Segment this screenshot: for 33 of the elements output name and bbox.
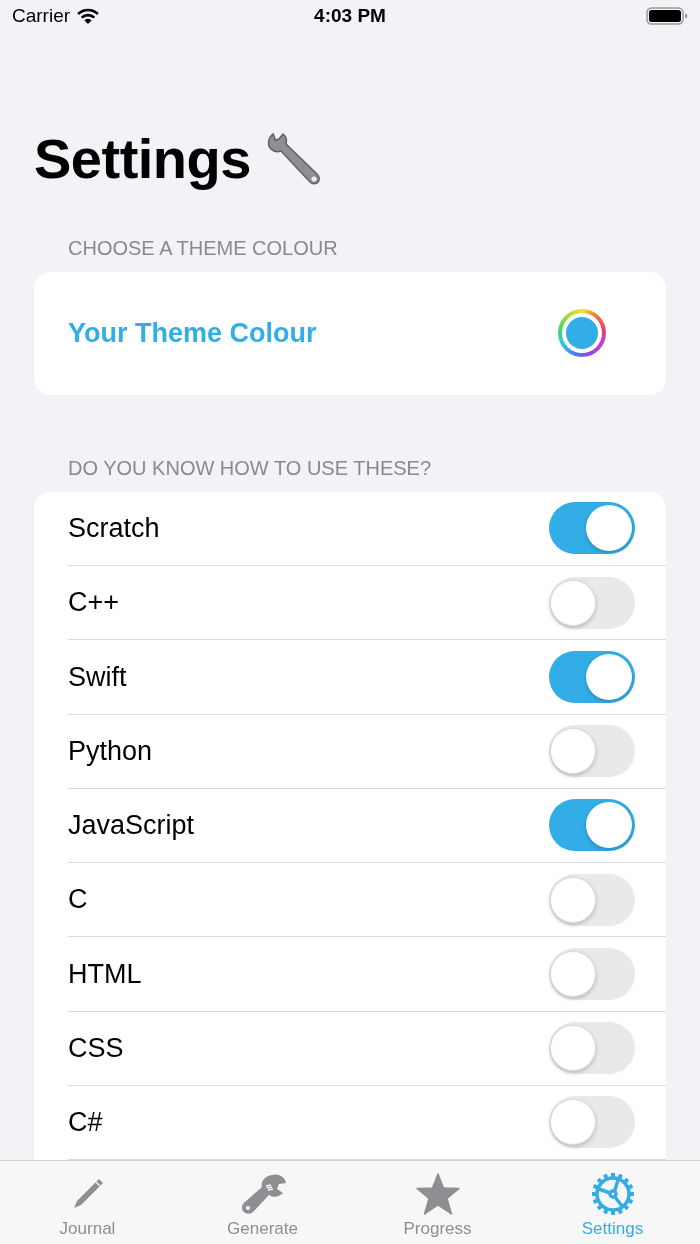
settings-icon [590,1172,635,1216]
language-label: JavaScript [68,809,195,843]
section-header: DO YOU KNOW HOW TO USE THESE? [68,455,433,480]
language-label: C# [68,1106,103,1140]
language-label: Scratch [68,512,160,546]
tab-button[interactable]: Progress [350,1161,525,1244]
page-title: Settings [34,127,251,192]
section-header: CHOOSE A THEME COLOUR [68,236,339,261]
toggle-switch[interactable] [549,502,635,555]
language-label: CSS [68,1031,124,1065]
battery-icon [646,7,688,26]
tab-button[interactable]: Settings [525,1161,700,1244]
clock-time: 4:03 PM [314,3,386,28]
language-label: HTML [68,957,142,991]
toggle-switch[interactable] [549,650,635,703]
tab-button[interactable]: Generate [175,1161,350,1244]
toggle-switch[interactable] [549,576,635,629]
toggle-switch[interactable] [549,873,635,926]
tab-button[interactable]: Journal [0,1161,175,1244]
language-label: C++ [68,586,120,620]
toggle-switch[interactable] [549,1022,635,1075]
language-label: Swift [68,660,127,694]
carrier-label: Carrier [12,3,71,28]
toggle-switch[interactable] [549,725,635,778]
language-label: C [68,883,88,917]
color-picker-icon[interactable] [558,309,606,358]
theme-colour-button[interactable]: Your Theme Colour [68,313,317,354]
star-icon [415,1173,460,1215]
language-label: Python [68,734,153,768]
toggle-switch[interactable] [549,799,635,852]
toggle-switch[interactable] [549,1096,635,1149]
toggle-switch[interactable] [549,947,635,1000]
wifi-icon [76,7,101,26]
